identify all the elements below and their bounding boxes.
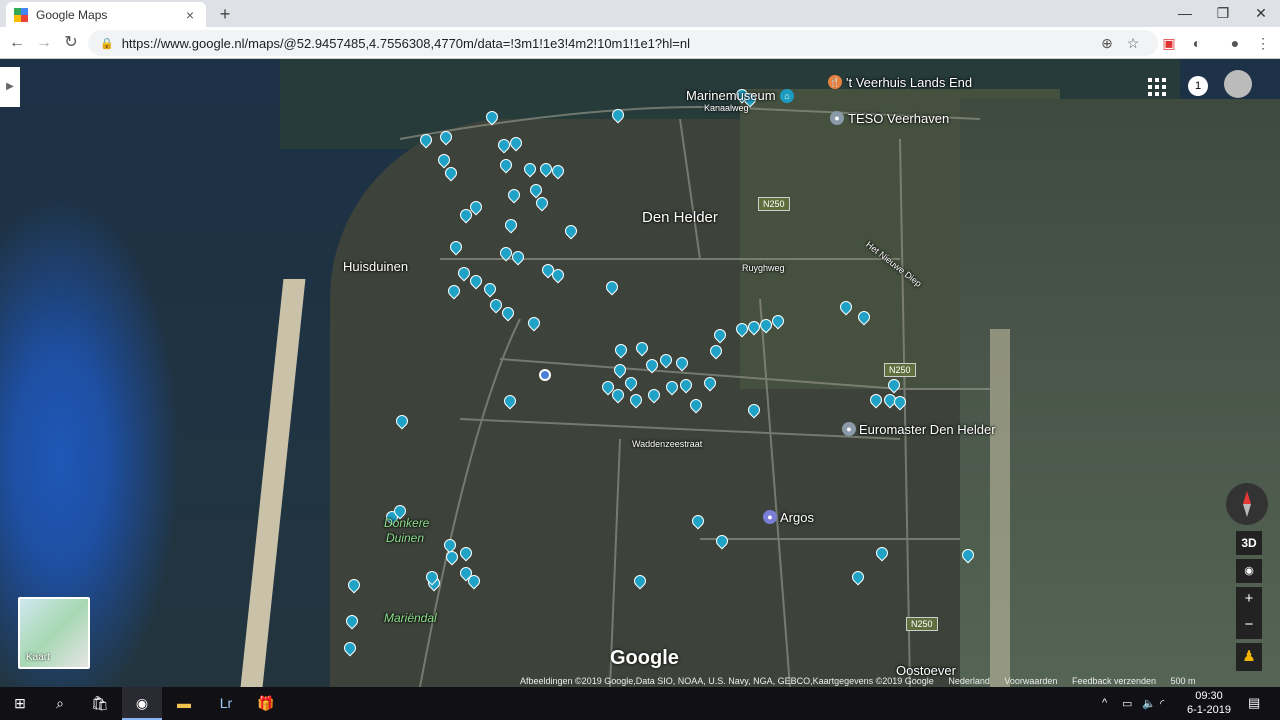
label-waddenzeestraat: Waddenzeestraat	[632, 439, 703, 449]
profile-icon[interactable]: ●	[1224, 32, 1246, 54]
road-shield-n250: N250	[906, 617, 938, 631]
zoom-icon[interactable]: ⊕	[1096, 32, 1118, 54]
label-donkere-duinen[interactable]: Donkere Duinen	[384, 516, 429, 546]
lightroom-icon[interactable]: Lr	[206, 687, 246, 720]
avatar[interactable]	[1224, 70, 1252, 98]
shop-icon[interactable]: ●	[763, 510, 777, 524]
place-icon[interactable]: ●	[830, 111, 844, 125]
road-shield-n250: N250	[884, 363, 916, 377]
store-icon[interactable]: 🛍	[80, 687, 120, 720]
url-text: https://www.google.nl/maps/@52.9457485,4…	[121, 35, 690, 51]
lock-icon: 🔒	[100, 37, 114, 50]
chrome-icon[interactable]: ◉	[122, 687, 162, 720]
action-center-icon[interactable]: ▤	[1248, 695, 1260, 711]
clock-date: 6-1-2019	[1186, 704, 1232, 716]
compass-needle-icon	[1243, 491, 1251, 517]
file-explorer-icon[interactable]: ▬	[164, 687, 204, 720]
close-window-icon[interactable]: ✕	[1242, 0, 1280, 27]
google-maps-icon	[14, 7, 28, 22]
label-huisduinen[interactable]: Huisduinen	[343, 259, 408, 274]
label-veerhuis[interactable]: 't Veerhuis Lands End	[846, 75, 972, 90]
back-icon[interactable]: ←	[6, 32, 28, 54]
zoom-out-button[interactable]: −	[1236, 613, 1262, 639]
pdf-extension-icon[interactable]: ▣	[1158, 32, 1180, 54]
extension-icon[interactable]: ◐	[1186, 32, 1208, 54]
view-3d-button[interactable]: 3D	[1236, 531, 1262, 555]
place-icon[interactable]: ●	[842, 422, 856, 436]
my-location-icon[interactable]: ◉	[1236, 559, 1262, 583]
feedback-link[interactable]: Feedback verzenden	[1072, 676, 1156, 686]
notifications-badge[interactable]: 1	[1188, 76, 1208, 96]
wifi-icon[interactable]: ◜	[1160, 697, 1164, 710]
clock-time: 09:30	[1195, 690, 1223, 702]
attribution-bar: Afbeeldingen ©2019 Google,Data SIO, NOAA…	[520, 676, 1280, 687]
bookmark-star-icon[interactable]: ☆	[1122, 32, 1144, 54]
map-type-label: Kaart	[26, 652, 50, 663]
zoom-in-button[interactable]: +	[1236, 587, 1262, 613]
battery-icon[interactable]: ▭	[1122, 697, 1132, 710]
label-euromaster[interactable]: Euromaster Den Helder	[859, 422, 996, 437]
search-icon[interactable]: ⌕	[40, 687, 80, 720]
label-den-helder[interactable]: Den Helder	[642, 209, 718, 226]
gift-icon[interactable]: 🎁	[246, 687, 286, 720]
compass-icon[interactable]	[1226, 483, 1268, 525]
label-argos[interactable]: Argos	[780, 510, 814, 525]
pegman-icon[interactable]: ♟	[1236, 643, 1262, 671]
minimize-icon[interactable]: —	[1166, 0, 1204, 27]
tray-chevron-icon[interactable]: ^	[1102, 697, 1107, 709]
menu-icon[interactable]: ⋮	[1252, 32, 1274, 54]
volume-icon[interactable]: 🔈	[1142, 697, 1156, 710]
road-shield-n250: N250	[758, 197, 790, 211]
label-teso[interactable]: TESO Veerhaven	[848, 111, 949, 126]
close-tab-icon[interactable]: ×	[182, 7, 198, 23]
country-link[interactable]: Nederland	[948, 676, 990, 686]
restaurant-icon[interactable]: 🍴	[828, 75, 842, 89]
terms-link[interactable]: Voorwaarden	[1004, 676, 1057, 686]
scale-label[interactable]: 500 m	[1171, 676, 1196, 686]
label-ruyghweg: Ruyghweg	[742, 263, 785, 273]
my-location-dot	[539, 369, 551, 381]
imagery-credit: Afbeeldingen ©2019 Google,Data SIO, NOAA…	[520, 676, 934, 686]
google-logo: Google	[610, 647, 679, 669]
tab-google-maps[interactable]: Google Maps ×	[6, 2, 206, 27]
tab-strip: Google Maps × + — ❐ ✕	[0, 0, 1280, 27]
maximize-icon[interactable]: ❐	[1204, 0, 1242, 27]
map-type-toggle[interactable]: Kaart	[18, 597, 90, 669]
label-marinemuseum[interactable]: Marinemuseum	[686, 88, 776, 103]
windows-start-icon[interactable]: ⊞	[0, 687, 40, 720]
road-network	[399, 106, 1000, 687]
tab-title: Google Maps	[36, 7, 108, 22]
forward-icon[interactable]: →	[33, 32, 55, 54]
system-clock[interactable]: 09:30 6-1-2019	[1180, 689, 1238, 717]
museum-icon[interactable]: ⌂	[780, 89, 794, 103]
label-kanaalweg: Kanaalweg	[704, 103, 749, 113]
label-mariendal[interactable]: Mariëndal	[384, 611, 437, 625]
taskbar: ⊞ ⌕ 🛍 ◉ ▬ Lr 🎁 ^ ▭ 🔈 ◜ 09:30 6-1-2019 ▤	[0, 687, 1280, 720]
new-tab-button[interactable]: +	[214, 3, 236, 25]
reload-icon[interactable]: ↻	[60, 32, 82, 54]
google-apps-icon[interactable]	[1148, 78, 1166, 96]
address-bar[interactable]: 🔒 https://www.google.nl/maps/@52.9457485…	[88, 30, 1158, 56]
satellite-map[interactable]: ▶ Den Helder Huisduinen Marinemuseum ⌂ 🍴…	[0, 59, 1280, 687]
browser-toolbar: ← → ↻ 🔒 https://www.google.nl/maps/@52.9…	[0, 27, 1280, 59]
side-panel-toggle[interactable]: ▶	[0, 67, 20, 107]
